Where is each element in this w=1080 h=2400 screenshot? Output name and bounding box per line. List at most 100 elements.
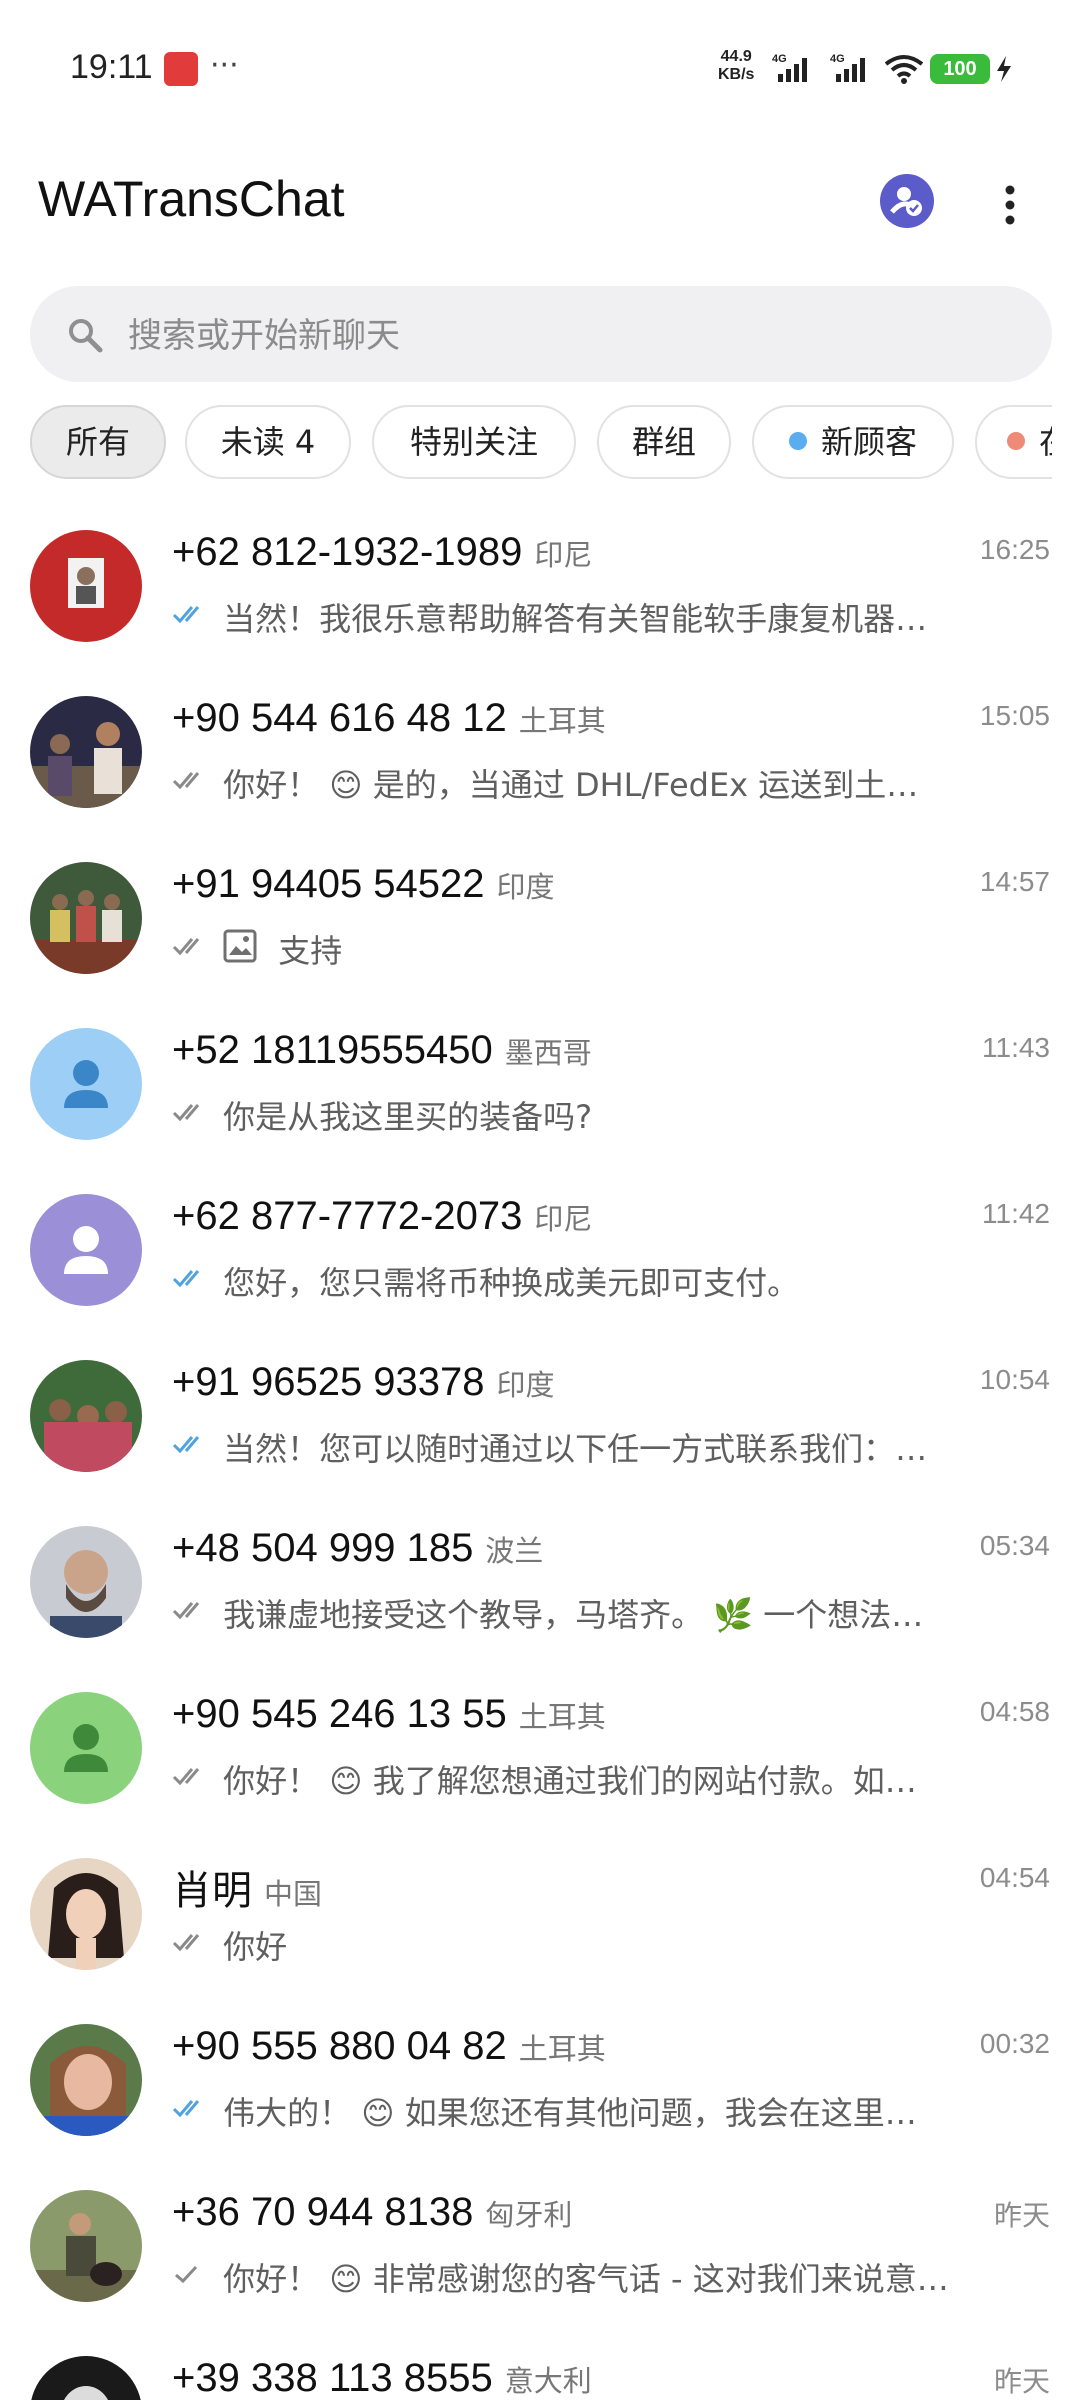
chat-preview: 你好！ 😊 我了解您想通过我们的网站付款。如… bbox=[223, 1762, 917, 1800]
contact-country: 印尼 bbox=[534, 538, 593, 572]
avatar bbox=[30, 1360, 142, 1472]
default-person-icon bbox=[30, 1194, 142, 1306]
chat-row[interactable]: +91 94405 54522 印度 14:57 支持 bbox=[0, 832, 1080, 998]
filter-label: 特别关注 bbox=[409, 423, 538, 461]
filter-label: 所有 bbox=[65, 423, 130, 461]
status-bar: 19:11 ··· 44.9 KB/s 4G 4G 100 bbox=[0, 0, 1080, 140]
default-person-icon bbox=[30, 1692, 142, 1804]
chat-time: 04:54 bbox=[979, 1862, 1050, 1893]
read-double-tick-icon bbox=[172, 1270, 200, 1288]
delivered-double-tick-icon bbox=[172, 1768, 200, 1786]
contact-name: +62 877-7772-2073 bbox=[172, 1194, 523, 1238]
chat-preview: 你好！ 😊 非常感谢您的客气话 - 这对我们来说意… bbox=[223, 2260, 949, 2298]
filter-all[interactable]: 所有 bbox=[30, 405, 166, 479]
avatar bbox=[30, 1692, 142, 1804]
overflow-menu-button[interactable] bbox=[990, 174, 1030, 234]
filter-label: 群组 bbox=[631, 423, 696, 461]
chat-row[interactable]: +62 877-7772-2073 印尼 11:42 您好，您只需将币种换成美元即… bbox=[0, 1164, 1080, 1330]
chat-time: 05:34 bbox=[979, 1530, 1050, 1561]
contact-name: +48 504 999 185 bbox=[172, 1526, 474, 1570]
chat-time: 04:58 bbox=[979, 1696, 1050, 1727]
search-placeholder: 搜索或开始新聊天 bbox=[128, 316, 400, 356]
network-speed-unit: KB/s bbox=[718, 66, 755, 83]
chat-row[interactable]: +39 338 113 8555 意大利 昨天 bbox=[0, 2326, 1080, 2400]
wifi-icon bbox=[884, 55, 924, 84]
read-double-tick-icon bbox=[172, 606, 200, 624]
contact-name: +90 545 246 13 55 bbox=[172, 1692, 507, 1736]
contact-name: +62 812-1932-1989 bbox=[172, 530, 523, 574]
filter-other[interactable]: 在 bbox=[975, 405, 1052, 479]
charging-icon bbox=[997, 56, 1011, 82]
search-bar[interactable]: 搜索或开始新聊天 bbox=[30, 286, 1052, 382]
net-type-1: 4G bbox=[772, 53, 787, 65]
net-type-2: 4G bbox=[830, 53, 845, 65]
contact-country: 意大利 bbox=[504, 2364, 592, 2398]
delivered-double-tick-icon bbox=[172, 938, 200, 956]
delivered-double-tick-icon bbox=[172, 1602, 200, 1620]
chat-row[interactable]: +36 70 944 8138 匈牙利 昨天 你好！ 😊 非常感谢您的客气话 - … bbox=[0, 2160, 1080, 2326]
chat-preview: 当然！您可以随时通过以下任一方式联系我们：… bbox=[223, 1430, 928, 1468]
red-dot-icon bbox=[1007, 432, 1025, 450]
avatar bbox=[30, 2024, 142, 2136]
chat-time: 11:43 bbox=[982, 1032, 1050, 1063]
chat-row[interactable]: +90 555 880 04 82 土耳其 00:32 伟大的！ 😊 如果您还有其… bbox=[0, 1994, 1080, 2160]
filter-new-customers[interactable]: 新顾客 bbox=[752, 405, 954, 479]
chat-preview: 当然！我很乐意帮助解答有关智能软手康复机器… bbox=[223, 600, 928, 638]
blue-dot-icon bbox=[788, 432, 807, 450]
avatar bbox=[30, 530, 142, 642]
chat-row[interactable]: +48 504 999 185 波兰 05:34 我谦虚地接受这个教导，马塔齐。 … bbox=[0, 1496, 1080, 1662]
chat-row[interactable]: 肖明 中国 04:54 你好 bbox=[0, 1828, 1080, 1994]
contact-country: 印度 bbox=[496, 870, 555, 904]
chat-row[interactable]: +90 545 246 13 55 土耳其 04:58 你好！ 😊 我了解您想通过… bbox=[0, 1662, 1080, 1828]
chat-time: 10:54 bbox=[979, 1364, 1050, 1395]
chat-row[interactable]: +91 96525 93378 印度 10:54 当然！您可以随时通过以下任一方式… bbox=[0, 1330, 1080, 1496]
contact-name: +90 544 616 48 12 bbox=[172, 696, 507, 740]
contact-name: +52 18119555450 bbox=[172, 1028, 493, 1072]
contact-name: +36 70 944 8138 bbox=[172, 2190, 474, 2234]
avatar bbox=[30, 2190, 142, 2302]
network-speed-value: 44.9 bbox=[720, 48, 752, 65]
delivered-double-tick-icon bbox=[172, 772, 200, 790]
filter-favorites[interactable]: 特别关注 bbox=[372, 405, 576, 479]
contact-name: +91 94405 54522 bbox=[172, 862, 485, 906]
account-switch-button[interactable] bbox=[880, 174, 934, 228]
avatar bbox=[30, 1858, 142, 1970]
avatar bbox=[30, 1028, 142, 1140]
filter-groups[interactable]: 群组 bbox=[597, 405, 731, 479]
filter-label: 在 bbox=[1039, 423, 1052, 461]
chat-time: 00:32 bbox=[979, 2028, 1050, 2059]
more-vert-icon bbox=[1005, 185, 1015, 225]
image-icon bbox=[223, 929, 257, 963]
chat-time: 14:57 bbox=[979, 866, 1050, 897]
contact-country: 土耳其 bbox=[518, 704, 606, 738]
chat-time: 16:25 bbox=[979, 534, 1050, 565]
filter-chips: 所有 未读 4 特别关注 群组 新顾客 在 bbox=[30, 405, 1052, 483]
chat-time: 昨天 bbox=[993, 2366, 1050, 2397]
filter-label: 新顾客 bbox=[820, 423, 917, 461]
signal-icon-2: 4G bbox=[830, 53, 865, 82]
search-icon bbox=[69, 319, 103, 353]
read-double-tick-icon bbox=[172, 1436, 200, 1454]
signal-icon: 4G bbox=[772, 53, 807, 82]
chat-time: 昨天 bbox=[993, 2200, 1050, 2231]
user-check-icon bbox=[890, 187, 922, 216]
contact-country: 土耳其 bbox=[518, 1700, 606, 1734]
chat-preview: 支持 bbox=[278, 932, 343, 970]
app-bar: WATransChat bbox=[0, 140, 1080, 270]
chat-preview: 您好，您只需将币种换成美元即可支付。 bbox=[223, 1264, 800, 1302]
contact-country: 印度 bbox=[496, 1368, 555, 1402]
sent-single-tick-icon bbox=[175, 2265, 198, 2284]
filter-unread[interactable]: 未读 4 bbox=[185, 405, 351, 479]
chat-row[interactable]: +52 18119555450 墨西哥 11:43 你是从我这里买的装备吗? bbox=[0, 998, 1080, 1164]
chat-row[interactable]: +90 544 616 48 12 土耳其 15:05 你好！ 😊 是的，当通过 … bbox=[0, 666, 1080, 832]
contact-country: 印尼 bbox=[534, 1202, 593, 1236]
contact-name: +91 96525 93378 bbox=[172, 1360, 485, 1404]
app-notification-icon bbox=[164, 52, 198, 86]
chat-list: +62 812-1932-1989 印尼 16:25 当然！我很乐意帮助解答有关智… bbox=[0, 500, 1080, 2400]
filter-label: 未读 4 bbox=[220, 423, 316, 461]
chat-preview: 你是从我这里买的装备吗? bbox=[223, 1098, 593, 1136]
read-double-tick-icon bbox=[172, 2100, 200, 2118]
battery-indicator: 100 bbox=[930, 54, 990, 84]
avatar bbox=[30, 2356, 142, 2400]
chat-row[interactable]: +62 812-1932-1989 印尼 16:25 当然！我很乐意帮助解答有关智… bbox=[0, 500, 1080, 666]
